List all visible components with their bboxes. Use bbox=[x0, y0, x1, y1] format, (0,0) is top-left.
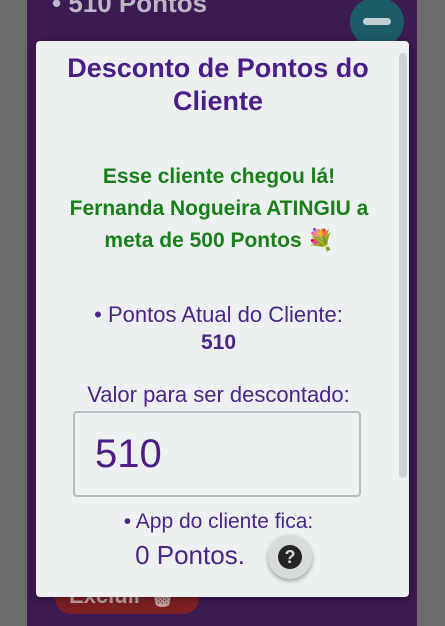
goal-reached-message: Esse cliente chegou lá! Fernanda Nogueir… bbox=[69, 165, 369, 252]
points-discount-modal: Desconto de Pontos do Cliente Esse clien… bbox=[36, 41, 409, 597]
current-points-value: 510 bbox=[200, 331, 237, 354]
discount-value-label: Valor para ser descontado: bbox=[87, 382, 350, 407]
modal-scrollbar[interactable] bbox=[399, 53, 407, 478]
modal-title: Desconto de Pontos do Cliente bbox=[67, 53, 369, 116]
help-button[interactable]: ? bbox=[268, 535, 312, 579]
discount-value-input[interactable] bbox=[73, 411, 361, 497]
question-icon: ? bbox=[278, 545, 302, 569]
current-points-label: • Pontos Atual do Cliente: bbox=[94, 302, 343, 327]
remaining-points-value: 0 Pontos. bbox=[135, 540, 245, 570]
remaining-points-label: • App do cliente fica: bbox=[123, 510, 314, 533]
minus-icon bbox=[350, 0, 404, 46]
background-points-text: • 510 Pontos bbox=[52, 0, 208, 18]
